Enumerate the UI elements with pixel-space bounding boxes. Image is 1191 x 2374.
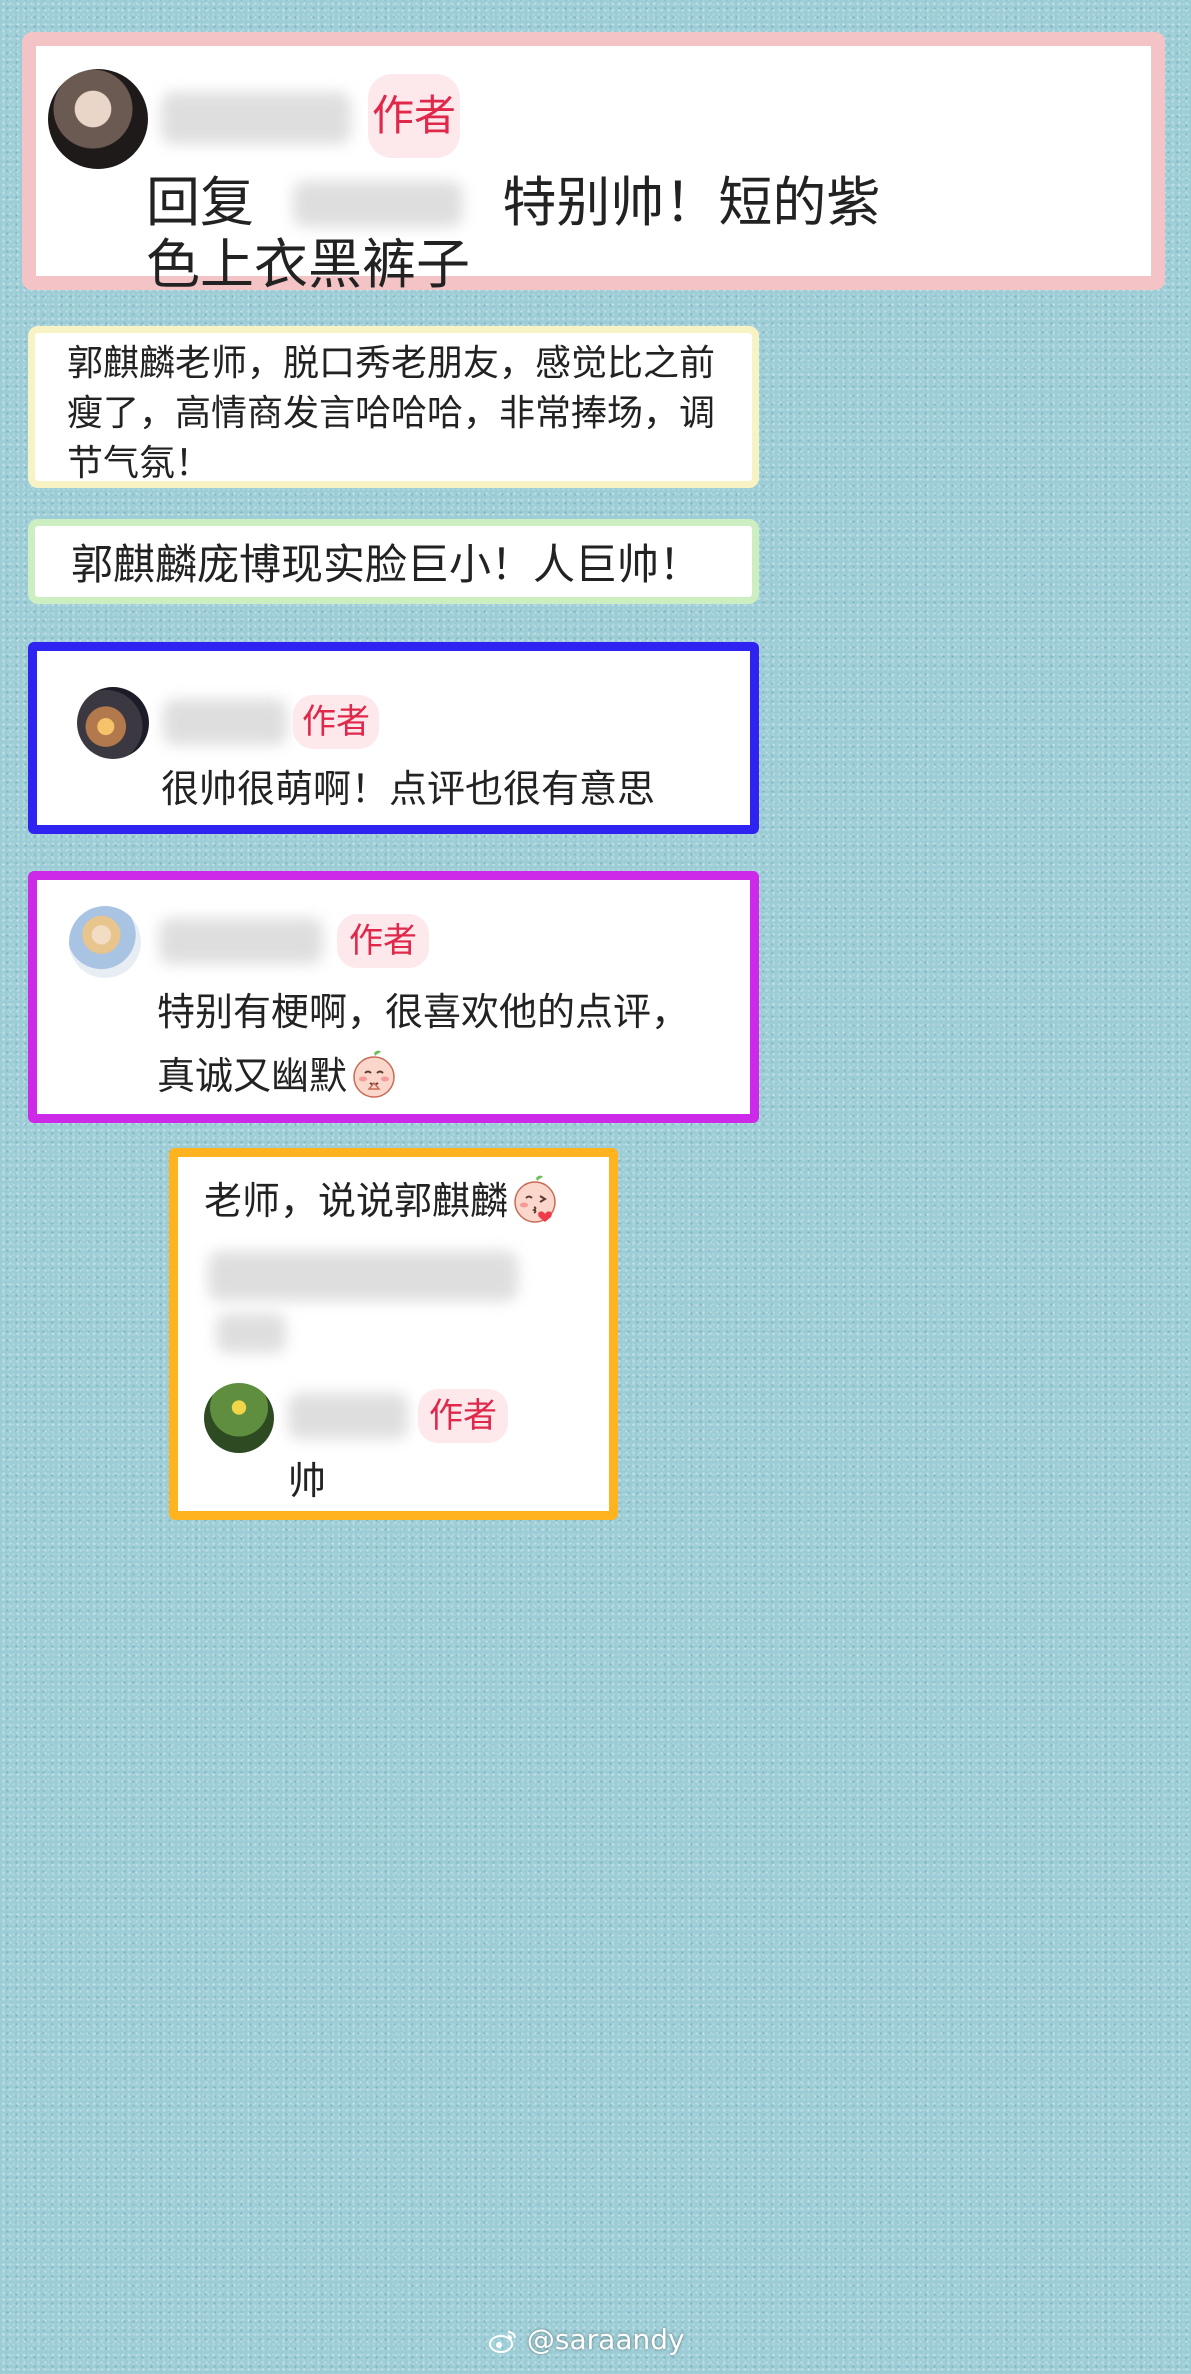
comment-card-5: 作者 特别有梗啊，很喜欢他的点评， 真诚又幽默 — [28, 871, 759, 1123]
author-badge: 作者 — [418, 1389, 508, 1443]
author-badge: 作者 — [368, 74, 460, 158]
reply-text: 帅 — [288, 1459, 327, 1503]
username-blurred[interactable] — [163, 699, 287, 745]
reply-prefix: 回复 — [146, 171, 254, 234]
comment-line-1: 郭麒麟老师，脱口秀老朋友，感觉比之前 — [67, 343, 716, 384]
comment-line-2: 瘦了，高情商发言哈哈哈，非常捧场，调 — [67, 393, 716, 434]
watermark-handle: @saraandy — [526, 2323, 685, 2356]
comment-card-4: 作者 很帅很萌啊！点评也很有意思 — [28, 642, 759, 834]
comment-text-line2: 色上衣黑裤子 — [146, 233, 470, 296]
author-badge: 作者 — [293, 695, 379, 749]
comment-card-2: 郭麒麟老师，脱口秀老朋友，感觉比之前 瘦了，高情商发言哈哈哈，非常捧场，调 节气… — [28, 326, 759, 488]
comment-line-3: 节气氛！ — [67, 443, 212, 484]
question-label: 老师，说说郭麒麟 — [204, 1179, 509, 1223]
comment-text-line1: 特别有梗啊，很喜欢他的点评， — [157, 990, 690, 1034]
username-blurred[interactable] — [159, 918, 323, 964]
question-text: 老师，说说郭麒麟 — [204, 1171, 558, 1241]
comment-card-1: 作者 回复 特别帅！短的紫 色上衣黑裤子 — [22, 32, 1165, 296]
blurred-reply-line1[interactable] — [208, 1251, 518, 1301]
avatar[interactable] — [48, 69, 148, 169]
avatar[interactable] — [204, 1383, 274, 1453]
username-blurred[interactable] — [288, 1393, 408, 1439]
username-blurred[interactable] — [161, 92, 351, 144]
blurred-reply-line2[interactable] — [216, 1313, 286, 1353]
author-badge: 作者 — [337, 914, 429, 968]
peach-face-praying-icon — [351, 1049, 397, 1116]
peach-face-kiss-icon — [512, 1174, 558, 1241]
avatar[interactable] — [69, 906, 141, 978]
watermark: @saraandy — [488, 2323, 685, 2361]
comment-text-line2: 真诚又幽默 — [157, 1046, 397, 1116]
comment-card-3: 郭麒麟庞博现实脸巨小！人巨帅！ — [28, 519, 759, 604]
comment-card-6: 老师，说说郭麒麟 作者 帅 — [169, 1148, 618, 1520]
weibo-icon — [488, 2328, 518, 2361]
comment-text: 特别帅！短的紫 — [502, 171, 881, 234]
comment-text: 很帅很萌啊！点评也很有意思 — [161, 767, 656, 811]
avatar[interactable] — [77, 687, 149, 759]
comment-text: 郭麒麟庞博现实脸巨小！人巨帅！ — [71, 540, 702, 589]
reply-target-blurred[interactable] — [293, 181, 464, 227]
comment-text: 真诚又幽默 — [157, 1054, 348, 1098]
